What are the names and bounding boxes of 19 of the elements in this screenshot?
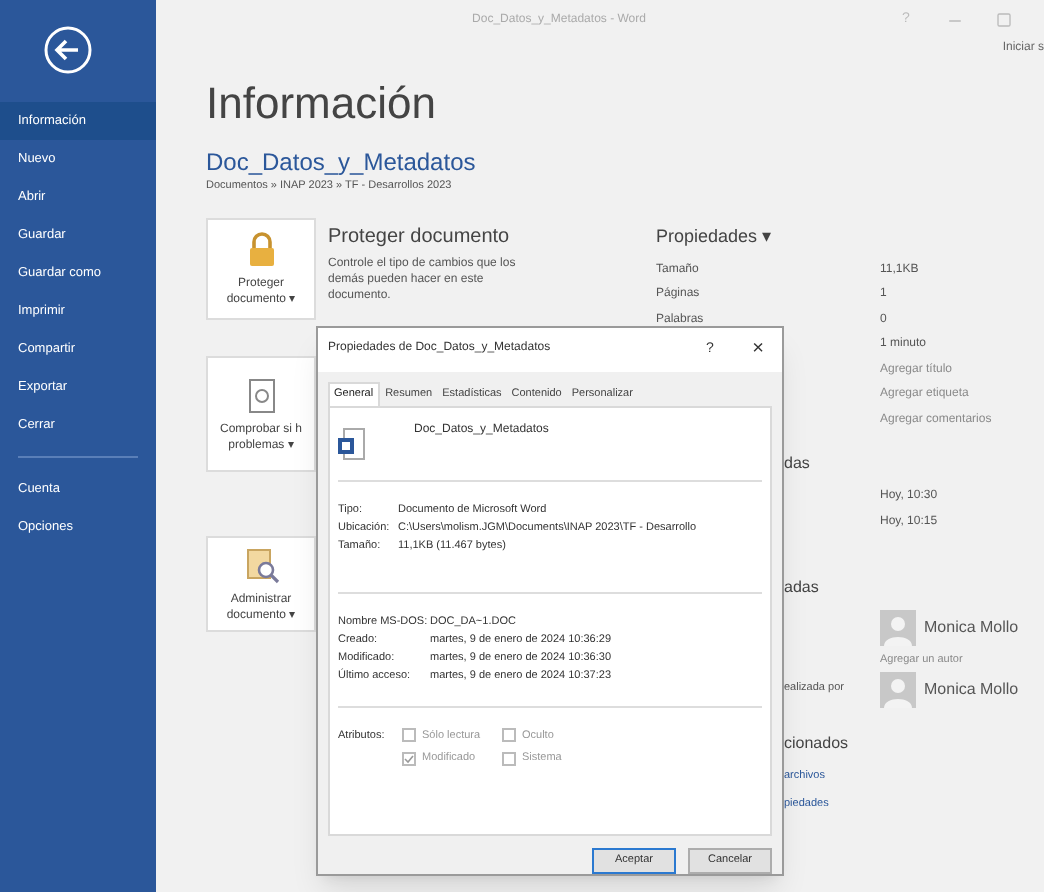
checkbox-box[interactable] <box>402 728 416 743</box>
document-search-icon <box>241 545 281 586</box>
user-avatar-icon <box>880 610 916 647</box>
maximize-icon[interactable] <box>996 12 1012 28</box>
page-title: Información <box>206 78 438 130</box>
author-name: Monica Mollo <box>924 677 1019 701</box>
word-file-icon <box>338 427 366 460</box>
checkbox-box[interactable] <box>502 728 516 743</box>
author-name: Monica Mollo <box>924 616 1019 641</box>
close-button[interactable]: × <box>734 334 782 365</box>
checkbox-box[interactable] <box>502 751 516 765</box>
document-name: Doc_Datos_y_Metadatos <box>206 148 478 176</box>
checkbox-box[interactable] <box>402 751 416 765</box>
section-header: das <box>784 452 810 477</box>
section-header: adas <box>784 576 819 601</box>
section-header: cionados <box>784 731 849 755</box>
user-avatar-icon <box>880 671 916 707</box>
section-title: Proteger documento <box>328 224 512 253</box>
properties-header[interactable]: Propiedades ▾ <box>656 224 773 252</box>
